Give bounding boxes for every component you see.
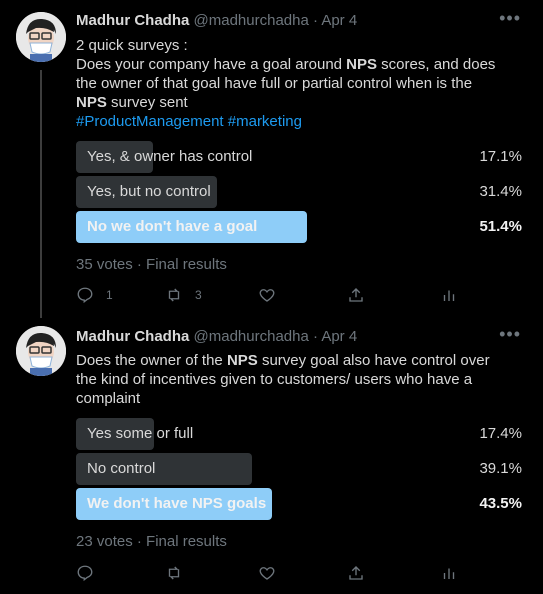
poll-results-meta: 23 votes · Final results [76, 533, 227, 550]
poll-option: Yes, & owner has control 17.1% [76, 141, 526, 173]
author-handle[interactable]: @madhurchadha [194, 12, 309, 29]
reply-icon [77, 565, 93, 582]
share-icon [349, 566, 363, 580]
author-handle[interactable]: @madhurchadha [194, 328, 309, 345]
more-options-icon[interactable]: ••• [499, 8, 521, 29]
heart-icon [259, 567, 275, 580]
text-line: the kind of incentives given to customer… [76, 371, 473, 388]
reply-count: 1 [106, 288, 113, 302]
hashtag-links[interactable]: #ProductManagement #marketing [76, 112, 529, 131]
tweet-actions: 1 3 [76, 285, 476, 305]
tweet[interactable]: Madhur Chadha @madhurchadha · Apr 4 ••• … [0, 318, 543, 594]
like-button[interactable] [258, 563, 276, 583]
text-fragment: survey sent [106, 94, 188, 111]
tweet-actions [76, 563, 476, 583]
poll-option: Yes, but no control 31.4% [76, 176, 526, 208]
text-line: the owner of that goal have full or part… [76, 75, 473, 92]
avatar[interactable] [16, 12, 66, 62]
poll-option-label: No control [87, 460, 156, 477]
poll-option-percent: 51.4% [479, 218, 522, 235]
text-fragment: NPS [226, 352, 258, 369]
poll-option-label: Yes, but no control [87, 183, 211, 200]
share-icon [349, 288, 363, 302]
retweet-button[interactable] [165, 563, 183, 583]
poll-option: No control 39.1% [76, 453, 526, 485]
tweet-text: 2 quick surveys : Does your company have… [76, 36, 529, 131]
like-button[interactable] [258, 285, 276, 305]
text-fragment: NPS [76, 94, 107, 111]
tweet[interactable]: Madhur Chadha @madhurchadha · Apr 4 ••• … [0, 0, 543, 318]
poll-option-percent: 31.4% [479, 183, 522, 200]
analytics-button[interactable] [440, 563, 458, 583]
poll-option-percent: 17.1% [479, 148, 522, 165]
text-fragment: NPS [346, 56, 378, 73]
analytics-icon [443, 290, 455, 301]
poll-option-percent: 43.5% [479, 495, 522, 512]
thread-line [40, 70, 42, 318]
poll-option-label: Yes some or full [87, 425, 194, 442]
poll-option-percent: 39.1% [479, 460, 522, 477]
poll-results-meta: 35 votes · Final results [76, 256, 227, 273]
text-line: Does your company have a goal around NPS… [76, 55, 529, 74]
poll-option-winner: No we don't have a goal 51.4% [76, 211, 526, 243]
more-options-icon[interactable]: ••• [499, 324, 521, 345]
poll-option-winner: We don't have NPS goals 43.5% [76, 488, 526, 520]
tweet-header: Madhur Chadha @madhurchadha · Apr 4 ••• [76, 8, 527, 32]
poll-option-label: We don't have NPS goals [87, 495, 267, 512]
retweet-icon [168, 566, 180, 580]
text-line: 2 quick surveys : [76, 37, 188, 54]
poll-option-percent: 17.4% [479, 425, 522, 442]
text-fragment: scores, and does [377, 56, 496, 73]
tweet-date[interactable]: · Apr 4 [313, 12, 357, 29]
tweet-text: Does the owner of the NPS survey goal al… [76, 351, 529, 408]
poll-option-label: No we don't have a goal [87, 218, 258, 235]
poll-option-label: Yes, & owner has control [87, 148, 253, 165]
reply-button[interactable]: 1 [76, 285, 113, 305]
share-button[interactable] [347, 285, 365, 305]
retweet-count: 3 [195, 288, 202, 302]
share-button[interactable] [347, 563, 365, 583]
author-name[interactable]: Madhur Chadha [76, 328, 189, 345]
reply-button[interactable] [76, 563, 94, 583]
text-line: complaint [76, 390, 141, 407]
text-line: Does the owner of the NPS survey goal al… [76, 351, 529, 370]
avatar[interactable] [16, 326, 66, 376]
author-name[interactable]: Madhur Chadha [76, 12, 189, 29]
text-fragment: Does the owner of the [76, 352, 227, 369]
poll-option: Yes some or full 17.4% [76, 418, 526, 450]
retweet-button[interactable]: 3 [165, 285, 202, 305]
text-fragment: survey goal also have control over [257, 352, 490, 369]
reply-icon [77, 287, 93, 304]
retweet-icon [168, 288, 180, 302]
tweet-header: Madhur Chadha @madhurchadha · Apr 4 ••• [76, 324, 527, 348]
tweet-date[interactable]: · Apr 4 [313, 328, 357, 345]
analytics-button[interactable] [440, 285, 458, 305]
heart-icon [259, 289, 275, 302]
text-line: NPS survey sent [76, 93, 529, 112]
analytics-icon [443, 568, 455, 579]
text-fragment: Does your company have a goal around [76, 56, 347, 73]
